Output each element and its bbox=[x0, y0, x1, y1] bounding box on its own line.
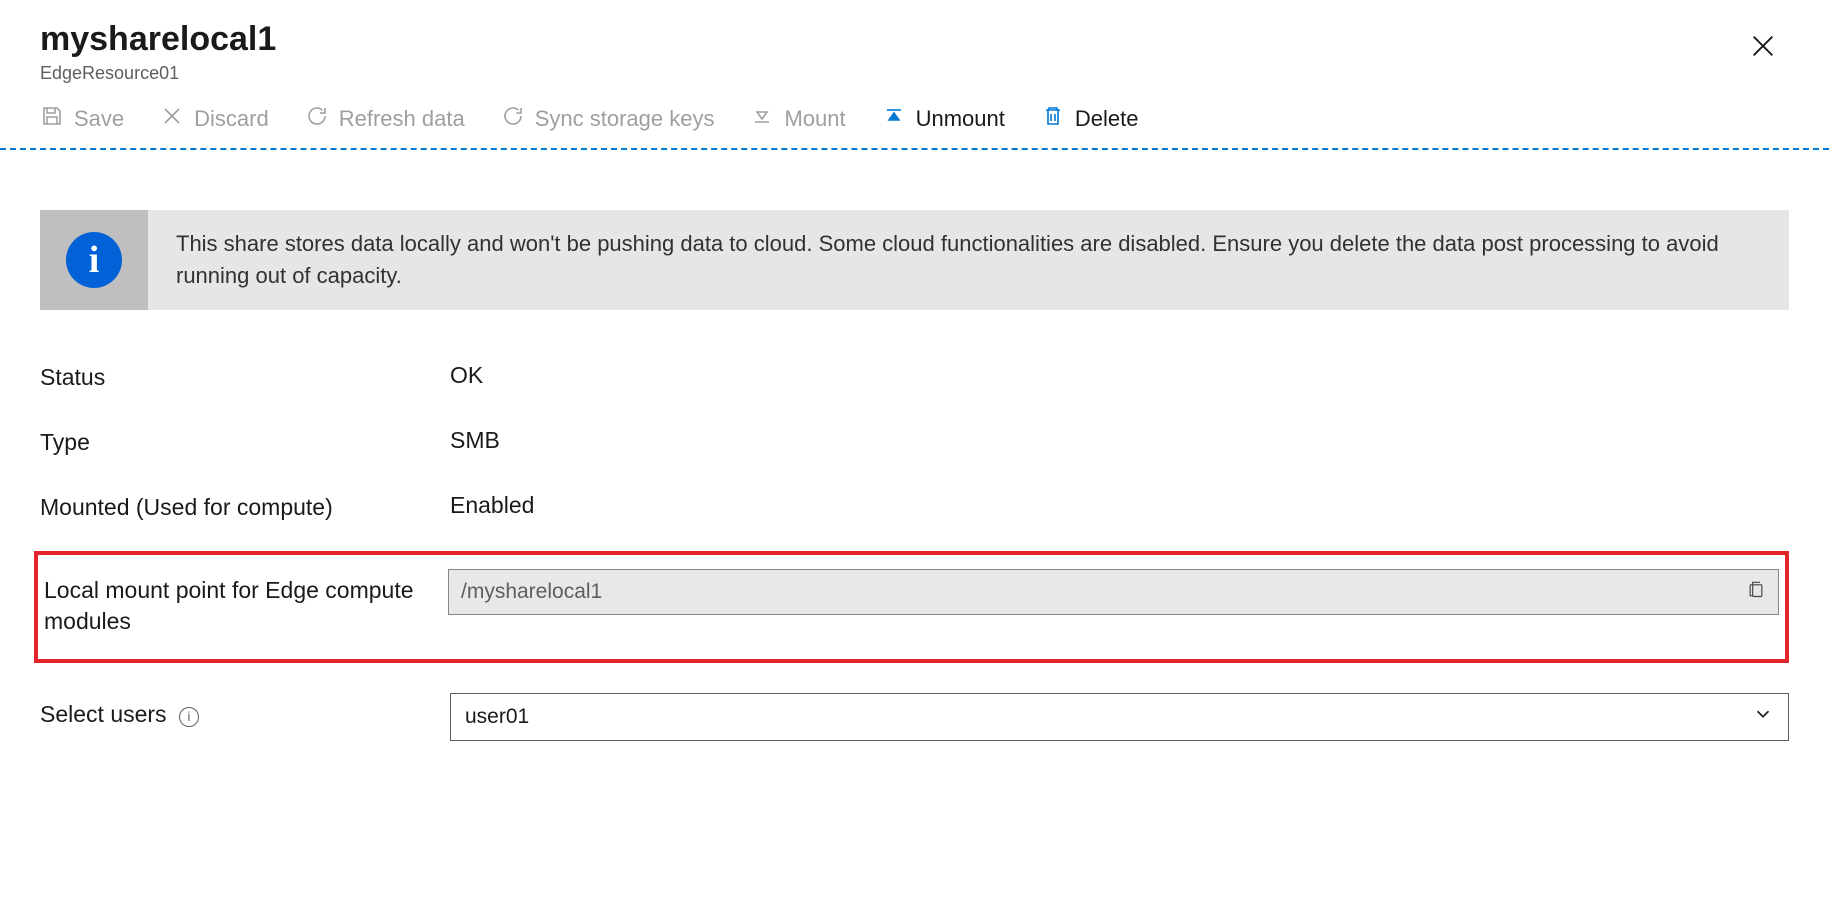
unmount-icon bbox=[882, 104, 906, 134]
discard-label: Discard bbox=[194, 106, 269, 132]
mount-button[interactable]: Mount bbox=[750, 104, 845, 134]
chevron-down-icon bbox=[1752, 703, 1774, 731]
mount-label: Mount bbox=[784, 106, 845, 132]
users-label: Select users i bbox=[40, 693, 450, 730]
mounted-label: Mounted (Used for compute) bbox=[40, 486, 450, 523]
panel-body: i This share stores data locally and won… bbox=[0, 150, 1829, 809]
users-label-text: Select users bbox=[40, 701, 167, 727]
sync-icon bbox=[501, 104, 525, 134]
type-value: SMB bbox=[450, 421, 1789, 454]
save-label: Save bbox=[74, 106, 124, 132]
copy-button[interactable] bbox=[1746, 578, 1766, 606]
type-label: Type bbox=[40, 421, 450, 458]
type-row: Type SMB bbox=[40, 421, 1789, 458]
discard-button[interactable]: Discard bbox=[160, 104, 269, 134]
close-button[interactable] bbox=[1743, 26, 1783, 71]
toolbar: Save Discard Refresh data Sync storage k… bbox=[0, 96, 1829, 150]
delete-label: Delete bbox=[1075, 106, 1139, 132]
info-banner-text: This share stores data locally and won't… bbox=[148, 210, 1789, 310]
panel-subtitle: EdgeResource01 bbox=[40, 63, 1743, 84]
info-icon-wrap: i bbox=[40, 210, 148, 310]
refresh-icon bbox=[305, 104, 329, 134]
share-details-panel: mysharelocal1 EdgeResource01 Save Discar… bbox=[0, 0, 1829, 900]
discard-icon bbox=[160, 104, 184, 134]
status-label: Status bbox=[40, 356, 450, 393]
panel-title: mysharelocal1 bbox=[40, 20, 1743, 59]
mount-point-row: Local mount point for Edge compute modul… bbox=[34, 551, 1789, 663]
header-text: mysharelocal1 EdgeResource01 bbox=[40, 20, 1743, 84]
panel-header: mysharelocal1 EdgeResource01 bbox=[0, 0, 1829, 96]
mount-point-value: /mysharelocal1 bbox=[461, 580, 1746, 604]
close-icon bbox=[1749, 47, 1777, 64]
status-row: Status OK bbox=[40, 356, 1789, 393]
sync-button[interactable]: Sync storage keys bbox=[501, 104, 715, 134]
users-row: Select users i user01 bbox=[40, 693, 1789, 741]
save-icon bbox=[40, 104, 64, 134]
info-banner: i This share stores data locally and won… bbox=[40, 210, 1789, 310]
users-value: user01 bbox=[465, 705, 1752, 729]
refresh-label: Refresh data bbox=[339, 106, 465, 132]
mount-point-label: Local mount point for Edge compute modul… bbox=[44, 569, 448, 637]
info-icon: i bbox=[66, 232, 122, 288]
status-value: OK bbox=[450, 356, 1789, 389]
mounted-row: Mounted (Used for compute) Enabled bbox=[40, 486, 1789, 523]
mounted-value: Enabled bbox=[450, 486, 1789, 519]
mount-icon bbox=[750, 104, 774, 134]
unmount-label: Unmount bbox=[916, 106, 1005, 132]
delete-button[interactable]: Delete bbox=[1041, 104, 1139, 134]
users-dropdown[interactable]: user01 bbox=[450, 693, 1789, 741]
sync-label: Sync storage keys bbox=[535, 106, 715, 132]
info-tooltip-icon[interactable]: i bbox=[179, 707, 199, 727]
unmount-button[interactable]: Unmount bbox=[882, 104, 1005, 134]
copy-icon bbox=[1746, 578, 1766, 606]
refresh-button[interactable]: Refresh data bbox=[305, 104, 465, 134]
mount-point-field: /mysharelocal1 bbox=[448, 569, 1779, 615]
delete-icon bbox=[1041, 104, 1065, 134]
save-button[interactable]: Save bbox=[40, 104, 124, 134]
